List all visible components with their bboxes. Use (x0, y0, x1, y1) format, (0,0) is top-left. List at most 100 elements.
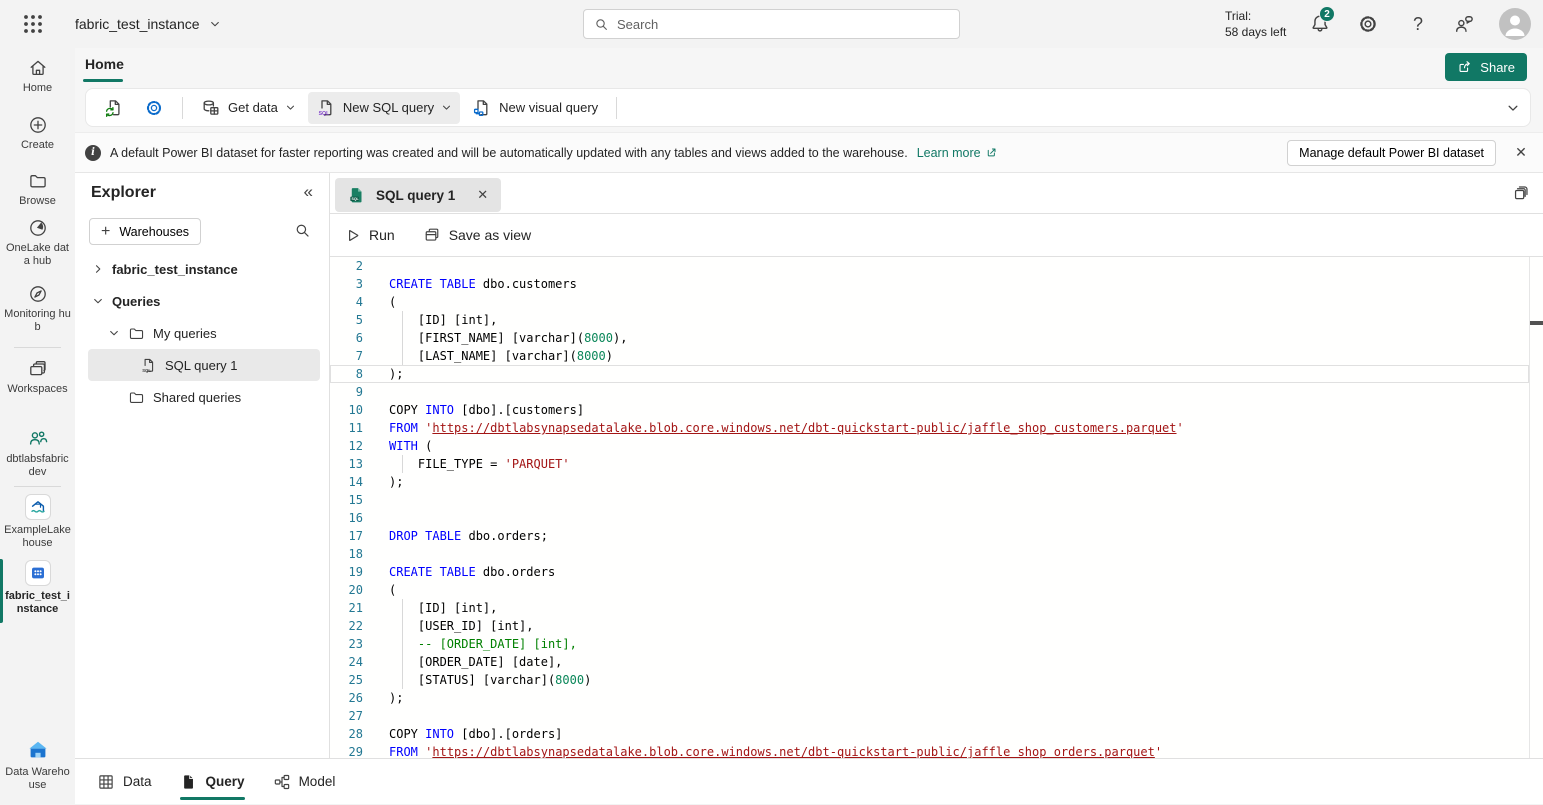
code-line[interactable]: 13 FILE_TYPE = 'PARQUET' (330, 455, 1529, 473)
code-line[interactable]: 2 (330, 257, 1529, 275)
tree-item-shared-queries[interactable]: Shared queries (75, 381, 328, 413)
code-line[interactable]: 29FROM 'https://dbtlabsynapsedatalake.bl… (330, 743, 1529, 758)
rail-item-create[interactable]: Create (0, 115, 75, 152)
code-text[interactable] (363, 257, 389, 275)
tree-item-sql-query-1[interactable]: SQL SQL query 1 (88, 349, 320, 381)
code-line[interactable]: 24 [ORDER_DATE] [date], (330, 653, 1529, 671)
code-text[interactable]: FROM 'https://dbtlabsynapsedatalake.blob… (363, 419, 1184, 437)
code-line[interactable]: 14); (330, 473, 1529, 491)
query-tab[interactable]: SQL SQL query 1 ✕ (335, 178, 501, 212)
warehouses-button[interactable]: + Warehouses (89, 218, 201, 245)
code-text[interactable]: -- [ORDER_DATE] [int], (363, 635, 577, 653)
manage-default-dataset-button[interactable]: Manage default Power BI dataset (1287, 140, 1496, 166)
code-text[interactable] (363, 383, 389, 401)
code-text[interactable]: [LAST_NAME] [varchar](8000) (363, 347, 613, 365)
code-line[interactable]: 21 [ID] [int], (330, 599, 1529, 617)
code-text[interactable]: FROM 'https://dbtlabsynapsedatalake.blob… (363, 743, 1162, 758)
rail-item-monitoring-hub[interactable]: Monitoring hub (0, 284, 75, 334)
code-line[interactable]: 15 (330, 491, 1529, 509)
code-line[interactable]: 27 (330, 707, 1529, 725)
collapse-panel-icon[interactable]: « (304, 182, 313, 202)
code-line[interactable]: 10COPY INTO [dbo].[customers] (330, 401, 1529, 419)
code-text[interactable]: [ID] [int], (363, 311, 497, 329)
tab-home[interactable]: Home (85, 56, 124, 72)
code-line[interactable]: 17DROP TABLE dbo.orders; (330, 527, 1529, 545)
tree-item-warehouse[interactable]: fabric_test_instance (75, 253, 328, 285)
share-button[interactable]: Share (1445, 53, 1527, 81)
code-text[interactable]: [STATUS] [varchar](8000) (363, 671, 591, 689)
tree-item-queries[interactable]: Queries (75, 285, 328, 317)
code-line[interactable]: 20( (330, 581, 1529, 599)
code-line[interactable]: 28COPY INTO [dbo].[orders] (330, 725, 1529, 743)
tab-data[interactable]: Data (97, 759, 152, 805)
code-text[interactable]: ); (363, 365, 403, 383)
close-tab-icon[interactable]: ✕ (477, 187, 488, 203)
code-line[interactable]: 9 (330, 383, 1529, 401)
code-text[interactable]: CREATE TABLE dbo.customers (363, 275, 577, 293)
account-avatar[interactable] (1499, 8, 1531, 40)
search-input[interactable] (617, 17, 949, 32)
run-button[interactable]: Run (344, 227, 395, 244)
help-icon[interactable]: ? (1407, 13, 1429, 35)
code-text[interactable] (363, 545, 389, 563)
code-text[interactable] (363, 509, 389, 527)
code-line[interactable]: 22 [USER_ID] [int], (330, 617, 1529, 635)
settings-gear-icon[interactable] (1357, 13, 1379, 35)
code-line[interactable]: 25 [STATUS] [varchar](8000) (330, 671, 1529, 689)
rail-item-home[interactable]: Home (0, 58, 75, 95)
code-line[interactable]: 6 [FIRST_NAME] [varchar](8000), (330, 329, 1529, 347)
code-line[interactable]: 16 (330, 509, 1529, 527)
learn-more-link[interactable]: Learn more (917, 146, 998, 160)
rail-item-data-warehouse[interactable]: Data Warehouse (0, 738, 75, 792)
rail-item-onelake-data-hub[interactable]: OneLake data hub (0, 218, 75, 268)
code-line[interactable]: 12WITH ( (330, 437, 1529, 455)
code-line[interactable]: 3CREATE TABLE dbo.customers (330, 275, 1529, 293)
rail-item-workspaces[interactable]: Workspaces (0, 359, 75, 396)
code-line[interactable]: 4( (330, 293, 1529, 311)
code-text[interactable]: [ID] [int], (363, 599, 497, 617)
code-text[interactable]: [FIRST_NAME] [varchar](8000), (363, 329, 627, 347)
code-line[interactable]: 11FROM 'https://dbtlabsynapsedatalake.bl… (330, 419, 1529, 437)
code-text[interactable]: COPY INTO [dbo].[orders] (363, 725, 562, 743)
banner-close-icon[interactable]: ✕ (1511, 143, 1531, 163)
tab-query[interactable]: Query (180, 759, 245, 805)
code-text[interactable]: ); (363, 473, 403, 491)
global-search[interactable] (583, 9, 960, 39)
collapse-ribbon-chevron-icon[interactable] (1506, 101, 1520, 115)
code-line[interactable]: 18 (330, 545, 1529, 563)
copy-icon[interactable] (1511, 184, 1530, 203)
code-text[interactable]: DROP TABLE dbo.orders; (363, 527, 548, 545)
settings-button[interactable] (136, 92, 172, 124)
code-text[interactable] (363, 707, 389, 725)
rail-item-browse[interactable]: Browse (0, 171, 75, 208)
code-line[interactable]: 26); (330, 689, 1529, 707)
code-text[interactable]: [ORDER_DATE] [date], (363, 653, 562, 671)
code-line[interactable]: 7 [LAST_NAME] [varchar](8000) (330, 347, 1529, 365)
code-text[interactable]: COPY INTO [dbo].[customers] (363, 401, 584, 419)
rail-item-dbtlabsfabricdev[interactable]: dbtlabsfabricdev (0, 427, 75, 479)
code-text[interactable]: CREATE TABLE dbo.orders (363, 563, 555, 581)
code-text[interactable]: [USER_ID] [int], (363, 617, 534, 635)
code-text[interactable]: ); (363, 689, 403, 707)
get-data-button[interactable]: Get data (193, 92, 304, 124)
code-line[interactable]: 23 -- [ORDER_DATE] [int], (330, 635, 1529, 653)
new-visual-query-button[interactable]: New visual query (464, 92, 606, 124)
tab-model[interactable]: Model (273, 759, 336, 805)
rail-item-examplelakehouse[interactable]: ExampleLakehouse (0, 494, 75, 550)
code-text[interactable]: ( (363, 293, 396, 311)
code-text[interactable]: ( (363, 581, 396, 599)
workspace-switcher[interactable]: fabric_test_instance (75, 0, 221, 48)
code-line[interactable]: 8); (330, 365, 1529, 383)
waffle-menu-icon[interactable] (23, 14, 43, 34)
rail-item-fabric-test-instance[interactable]: fabric_test_instance (0, 560, 75, 616)
sql-editor[interactable]: 23CREATE TABLE dbo.customers4(5 [ID] [in… (330, 257, 1543, 758)
code-text[interactable]: WITH ( (363, 437, 432, 455)
explorer-search-icon[interactable] (294, 222, 311, 239)
new-sql-query-button[interactable]: SQL New SQL query (308, 92, 460, 124)
code-line[interactable]: 19CREATE TABLE dbo.orders (330, 563, 1529, 581)
code-text[interactable]: FILE_TYPE = 'PARQUET' (363, 455, 570, 473)
feedback-icon[interactable] (1453, 13, 1475, 35)
code-text[interactable] (363, 491, 389, 509)
tree-item-my-queries[interactable]: My queries (75, 317, 328, 349)
refresh-script-button[interactable] (96, 92, 132, 124)
